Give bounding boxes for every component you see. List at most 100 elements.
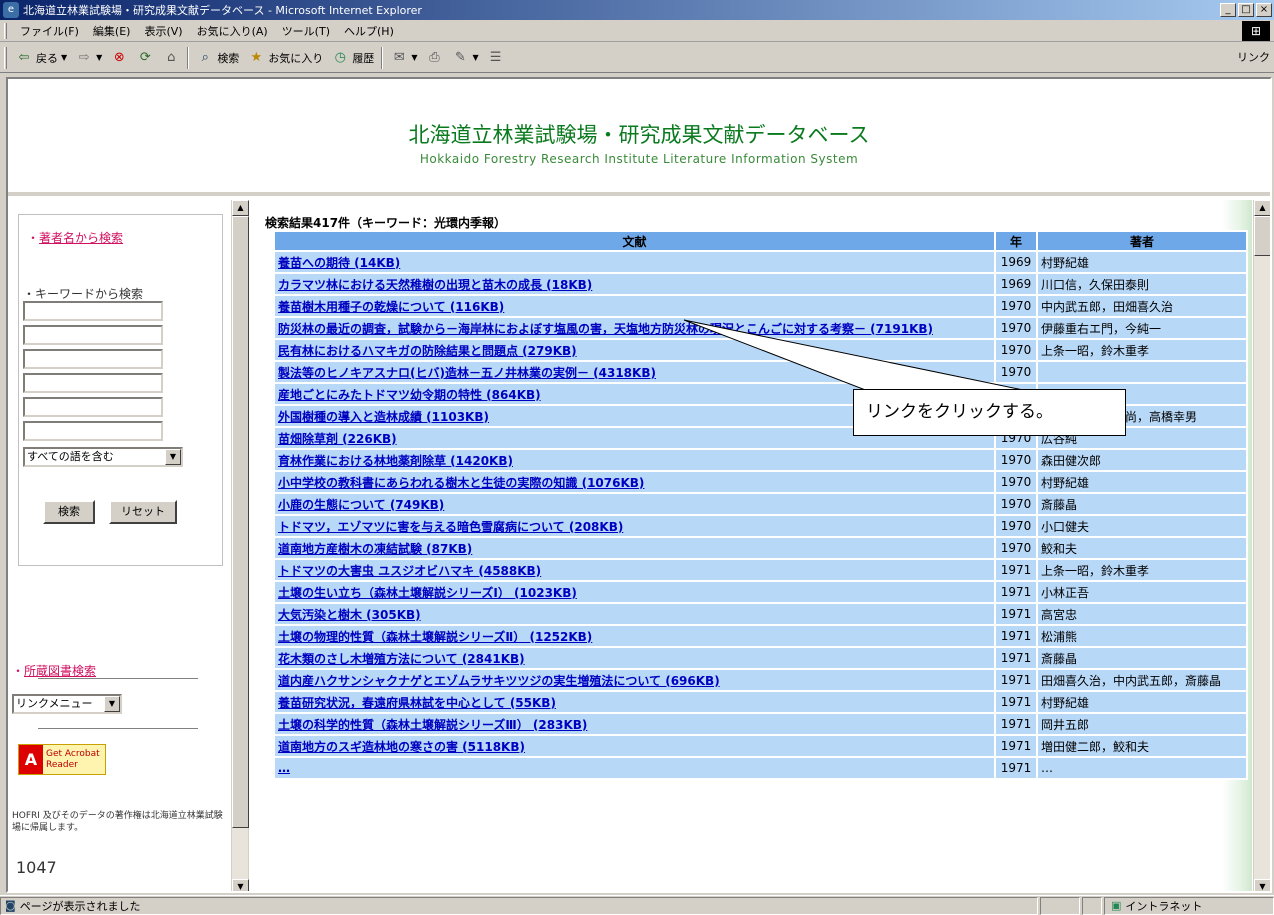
column-header-year: 年 xyxy=(996,232,1036,250)
result-author: 村野紀雄 xyxy=(1038,252,1246,272)
result-link[interactable]: 外国樹種の導入と造林成績 (1103KB) xyxy=(278,410,489,424)
library-search-link[interactable]: 所蔵図書検索 xyxy=(24,664,96,678)
search-icon: ⌕ xyxy=(201,49,209,65)
close-button[interactable]: × xyxy=(1256,3,1272,17)
result-link[interactable]: カラマツ林における天然稚樹の出現と苗木の成長 (18KB) xyxy=(278,278,592,292)
scroll-thumb[interactable] xyxy=(232,216,249,828)
menu-file[interactable]: ファイル(F) xyxy=(13,23,86,39)
left-frame: ・著者名から検索 ・キーワードから検索 すべての語を含む ▼ 検索 リセット ・… xyxy=(8,200,249,891)
result-year: 1971 xyxy=(996,604,1036,624)
result-link[interactable]: 道南地方産樹木の凍結試験 (87KB) xyxy=(278,542,472,556)
result-title-cell: 大気汚染と樹木 (305KB) xyxy=(275,604,994,624)
favorites-button[interactable]: ★ お気に入り xyxy=(243,49,327,67)
scroll-up-icon[interactable]: ▲ xyxy=(1254,200,1270,216)
refresh-button[interactable]: ⟳ xyxy=(132,49,158,67)
result-year: 1971 xyxy=(996,626,1036,646)
result-link[interactable]: トドマツの大害虫 ユスジオビハマキ (4588KB) xyxy=(278,564,541,578)
result-link[interactable]: 道内産ハクサンシャクナゲとエゾムラサキツツジの実生増殖法について (696KB) xyxy=(278,674,720,688)
scroll-down-icon[interactable]: ▼ xyxy=(1254,879,1270,891)
menu-help[interactable]: ヘルプ(H) xyxy=(337,23,401,39)
table-row: 道南地方産樹木の凍結試験 (87KB) 1970 鮫和夫 xyxy=(275,538,1246,558)
result-link[interactable]: 小中学校の教科書にあらわれる樹木と生徒の実際の知識 (1076KB) xyxy=(278,476,644,490)
result-author: 川口信，久保田泰則 xyxy=(1038,274,1246,294)
scroll-down-icon[interactable]: ▼ xyxy=(232,879,249,891)
history-button[interactable]: ◷ 履歴 xyxy=(327,49,378,67)
result-year: 1971 xyxy=(996,736,1036,756)
keyword-field-2[interactable] xyxy=(23,325,163,345)
result-year: 1971 xyxy=(996,692,1036,712)
result-link[interactable]: 養苗樹木用種子の乾燥について (116KB) xyxy=(278,300,504,314)
scroll-up-icon[interactable]: ▲ xyxy=(232,200,249,216)
table-row: 道内産ハクサンシャクナゲとエゾムラサキツツジの実生増殖法について (696KB)… xyxy=(275,670,1246,690)
home-button[interactable]: ⌂ xyxy=(158,49,184,67)
keyword-field-1[interactable] xyxy=(23,301,163,321)
menu-tools[interactable]: ツール(T) xyxy=(275,23,337,39)
table-row: … 1971… xyxy=(275,758,1246,778)
result-link[interactable]: 防災林の最近の調査，試験から－海岸林におよぼす塩風の害，天塩地方防災林の現況とこ… xyxy=(278,322,933,336)
result-link[interactable]: 花木類のさし木増殖方法について (2841KB) xyxy=(278,652,525,666)
match-mode-select[interactable]: すべての語を含む ▼ xyxy=(23,447,183,467)
edit-button[interactable]: ✎ ▼ xyxy=(447,49,482,67)
acrobat-text: Get Acrobat Reader xyxy=(43,749,100,771)
bullet: ・ xyxy=(12,664,25,678)
result-link[interactable]: … xyxy=(278,761,290,775)
menu-favorites[interactable]: お気に入り(A) xyxy=(190,23,275,39)
stop-button[interactable]: ⊗ xyxy=(106,49,132,67)
acrobat-line1: Get Acrobat xyxy=(46,748,100,759)
keyword-field-6[interactable] xyxy=(23,421,163,441)
result-title-cell: 民有林におけるハマキガの防除結果と問題点 (279KB) xyxy=(275,340,994,360)
result-title-cell: 道内産ハクサンシャクナゲとエゾムラサキツツジの実生増殖法について (696KB) xyxy=(275,670,994,690)
reset-button[interactable]: リセット xyxy=(109,500,177,524)
link-menu-select[interactable]: リンクメニュー ▼ xyxy=(12,694,122,714)
search-button[interactable]: ⌕ 検索 xyxy=(192,49,243,67)
browser-viewport: 北海道立林業試験場・研究成果文献データベース Hokkaido Forestry… xyxy=(6,77,1272,893)
left-scrollbar[interactable]: ▲ ▼ xyxy=(231,200,249,891)
result-title-cell: 養苗研究状況，春遠府県林試を中心として (55KB) xyxy=(275,692,994,712)
result-link[interactable]: 土壌の生い立ち（森林土壌解説シリーズⅠ） (1023KB) xyxy=(278,586,577,600)
discuss-button[interactable]: ☰ xyxy=(483,49,509,67)
result-link[interactable]: 道南地方のスギ造林地の寒さの害 (5118KB) xyxy=(278,740,525,754)
result-link[interactable]: 苗畑除草剤 (226KB) xyxy=(278,432,397,446)
result-title-cell: 養苗樹木用種子の乾燥について (116KB) xyxy=(275,296,994,316)
back-button[interactable]: ⇦ 戻る ▼ xyxy=(11,49,71,67)
keyword-field-4[interactable] xyxy=(23,373,163,393)
status-cell xyxy=(1082,896,1102,915)
result-author: 小口健夫 xyxy=(1038,516,1246,536)
result-link[interactable]: 養苗研究状況，春遠府県林試を中心として (55KB) xyxy=(278,696,556,710)
result-author xyxy=(1038,362,1246,382)
result-link[interactable]: トドマツ，エゾマツに害を与える暗色雪腐病について (208KB) xyxy=(278,520,623,534)
search-submit-button[interactable]: 検索 xyxy=(43,500,95,524)
author-search-link[interactable]: 著者名から検索 xyxy=(39,231,123,245)
get-acrobat-button[interactable]: A Get Acrobat Reader xyxy=(18,744,106,775)
result-link[interactable]: 大気汚染と樹木 (305KB) xyxy=(278,608,421,622)
result-link[interactable]: 土壌の物理的性質（森林土壌解説シリーズⅡ） (1252KB) xyxy=(278,630,592,644)
result-year: 1970 xyxy=(996,494,1036,514)
menu-view[interactable]: 表示(V) xyxy=(137,23,189,39)
result-link[interactable]: 養苗への期待 (14KB) xyxy=(278,256,400,270)
result-year: 1970 xyxy=(996,538,1036,558)
keyword-field-3[interactable] xyxy=(23,349,163,369)
result-link[interactable]: 製法等のヒノキアスナロ(ヒバ)造林－五ノ井林業の実例－ (4318KB) xyxy=(278,366,656,380)
result-link[interactable]: 民有林におけるハマキガの防除結果と問題点 (279KB) xyxy=(278,344,577,358)
minimize-button[interactable]: _ xyxy=(1220,3,1236,17)
result-link[interactable]: 産地ごとにみたトドマツ幼令期の特性 (864KB) xyxy=(278,388,541,402)
result-link[interactable]: 土壌の科学的性質（森林土壌解説シリーズⅢ） (283KB) xyxy=(278,718,587,732)
scroll-thumb[interactable] xyxy=(1254,216,1270,256)
mail-button[interactable]: ✉ ▼ xyxy=(386,49,421,67)
keyword-field-5[interactable] xyxy=(23,397,163,417)
bullet: ・ xyxy=(27,231,40,245)
result-title-cell: 花木類のさし木増殖方法について (2841KB) xyxy=(275,648,994,668)
forward-button[interactable]: ⇨ ▼ xyxy=(71,49,106,67)
favorites-icon: ★ xyxy=(250,49,263,65)
main-scrollbar[interactable]: ▲ ▼ xyxy=(1253,200,1270,891)
result-year: 1971 xyxy=(996,582,1036,602)
result-link[interactable]: 育林作業における林地薬剤除草 (1420KB) xyxy=(278,454,513,468)
mail-icon: ✉ xyxy=(393,49,405,65)
result-link[interactable]: 小鹿の生態について (749KB) xyxy=(278,498,444,512)
print-button[interactable]: ⎙ xyxy=(421,49,447,67)
menu-edit[interactable]: 編集(E) xyxy=(86,23,138,39)
table-row: 小中学校の教科書にあらわれる樹木と生徒の実際の知識 (1076KB) 1970 村野… xyxy=(275,472,1246,492)
table-row: 養苗研究状況，春遠府県林試を中心として (55KB) 1971 村野紀雄 xyxy=(275,692,1246,712)
maximize-button[interactable]: □ xyxy=(1238,3,1254,17)
links-bar[interactable]: リンク xyxy=(1237,49,1270,65)
